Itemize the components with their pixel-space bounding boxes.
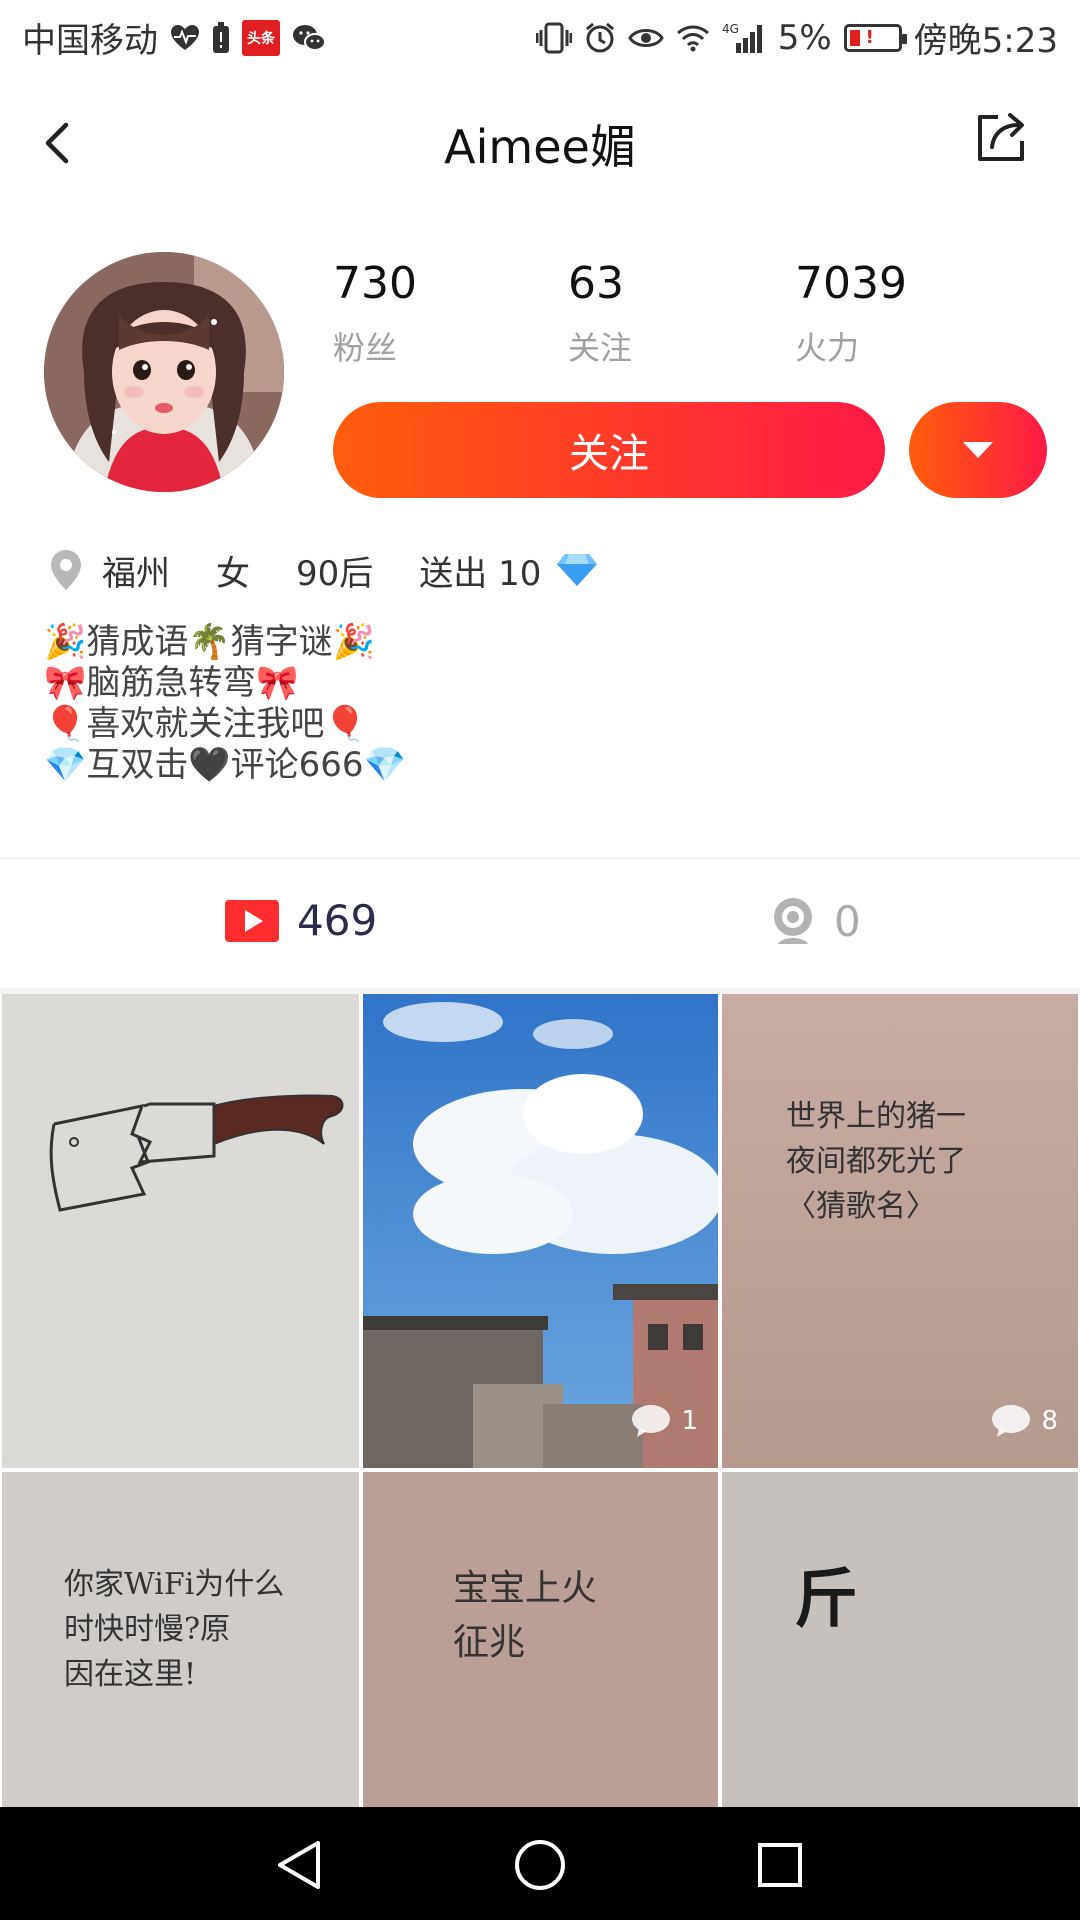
content-tabs: 469 0: [0, 860, 1080, 994]
nav-recents-button[interactable]: [750, 1835, 810, 1895]
stat-following[interactable]: 63 关注: [568, 258, 632, 369]
comment-badge: 8: [991, 1404, 1058, 1438]
more-options-button[interactable]: [909, 402, 1047, 498]
wifi-icon: [676, 20, 710, 56]
comment-icon: [992, 1405, 1031, 1437]
comment-badge: 1: [631, 1404, 698, 1438]
gender-label: 女: [216, 553, 250, 594]
battery-percent: 5%: [777, 17, 832, 58]
header-bar: Aimee媚: [0, 75, 1080, 205]
followers-count: 730: [333, 258, 417, 309]
tile-note: 宝宝上火 征兆: [453, 1568, 598, 1663]
firepower-count: 7039: [795, 258, 907, 309]
bio-line: 🎉猜成语🌴猜字谜🎉: [44, 622, 376, 662]
followers-label: 粉丝: [333, 329, 398, 367]
video-tile[interactable]: 1: [363, 994, 718, 1468]
eye-icon: [627, 20, 664, 56]
vibrate-icon: [535, 20, 572, 56]
avatar[interactable]: [44, 252, 284, 492]
bio-line: 🎈喜欢就关注我吧🎈: [44, 704, 367, 744]
nav-home-button[interactable]: [510, 1835, 570, 1895]
heartbeat-icon: [170, 20, 200, 56]
gifts-sent[interactable]: 送出 10: [419, 546, 599, 595]
svg-text:4G: 4G: [722, 22, 739, 36]
follow-button[interactable]: 关注: [333, 402, 885, 498]
video-tile[interactable]: 世界上的猪一 夜间都死光了 〈猜歌名〉 8: [722, 994, 1078, 1468]
share-button[interactable]: [972, 107, 1032, 167]
comment-count: 8: [1041, 1406, 1058, 1436]
caret-down-icon: [963, 442, 993, 458]
clock: 傍晚5:23: [913, 21, 1058, 61]
nav-back-icon: [278, 1841, 320, 1889]
following-label: 关注: [568, 329, 633, 367]
generation-label: 90后: [296, 553, 374, 594]
nav-home-icon: [515, 1840, 565, 1890]
battery-saver-icon: [212, 20, 230, 56]
wechat-icon: [292, 20, 326, 56]
carrier-label: 中国移动: [22, 21, 158, 61]
page-title: Aimee媚: [444, 120, 636, 174]
bio-line: 💎互双击🖤评论666💎: [44, 745, 406, 785]
profile-bio: 🎉猜成语🌴猜字谜🎉 🎀脑筋急转弯🎀 🎈喜欢就关注我吧🎈 💎互双击🖤评论666💎: [44, 622, 406, 786]
tile-note: 你家WiFi为什么 时快时慢?原 因在这里!: [64, 1567, 285, 1692]
live-camera-icon: [774, 898, 812, 944]
stat-firepower[interactable]: 7039 火力: [795, 258, 907, 369]
diamond-icon: [557, 554, 598, 586]
nav-back-button[interactable]: [270, 1835, 330, 1895]
live-count: 0: [834, 896, 861, 946]
tile-note: 斤: [794, 1562, 858, 1637]
tile-note: 世界上的猪一 夜间都死光了 〈猜歌名〉: [786, 1099, 966, 1224]
status-bar: 中国移动 头条 4G 5% ! 傍晚5:23: [0, 0, 1080, 75]
battery-icon: !: [843, 23, 907, 52]
video-grid: 1 世界上的猪一 夜间都死光了 〈猜歌名〉 8 你家WiFi为什么 时快时慢?原…: [0, 992, 1080, 1807]
share-icon: [978, 113, 1024, 161]
location-label: 福州: [102, 553, 170, 594]
video-tile[interactable]: 你家WiFi为什么 时快时慢?原 因在这里!: [2, 1472, 359, 1807]
sky-photo: [363, 994, 718, 1468]
tab-live[interactable]: 0: [770, 896, 861, 946]
system-nav-bar: [0, 1807, 1080, 1920]
cleaver-drawing: [2, 994, 359, 1468]
stat-followers[interactable]: 730 粉丝: [333, 258, 417, 369]
video-icon: [225, 899, 279, 942]
following-count: 63: [568, 258, 624, 309]
video-tile[interactable]: 宝宝上火 征兆: [363, 1472, 718, 1807]
comment-icon: [632, 1405, 671, 1437]
section-divider: [0, 857, 1080, 859]
firepower-label: 火力: [795, 329, 860, 367]
alarm-icon: [584, 20, 616, 56]
toutiao-icon: 头条: [242, 19, 280, 56]
videos-count: 469: [297, 896, 378, 945]
nav-recents-icon: [758, 1843, 802, 1887]
profile-info-row: 福州 女 90后 送出 10: [48, 545, 645, 595]
video-tile[interactable]: [2, 994, 359, 1468]
tab-videos[interactable]: 469: [225, 896, 377, 945]
location-icon: [48, 548, 84, 592]
signal-icon: 4G: [722, 20, 766, 56]
video-tile[interactable]: 斤: [722, 1472, 1078, 1807]
gifts-label: 送出 10: [419, 553, 542, 594]
comment-count: 1: [681, 1406, 698, 1436]
bio-line: 🎀脑筋急转弯🎀: [44, 663, 299, 703]
